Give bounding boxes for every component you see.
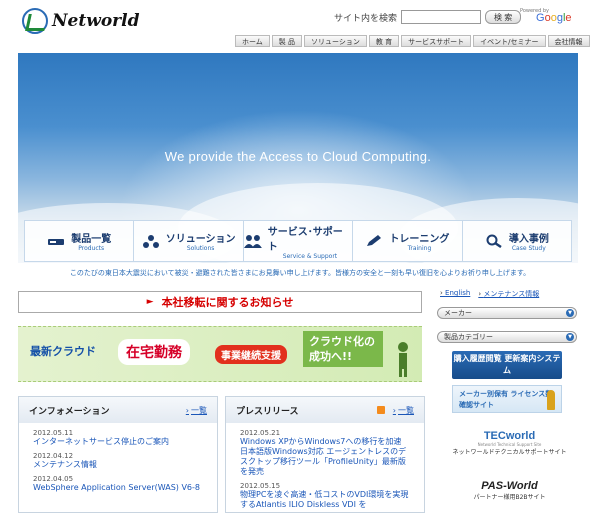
news-title[interactable]: インターネットサービス停止のご案内: [33, 437, 203, 447]
menu-products-sub: Products: [78, 245, 105, 252]
menu-case-study[interactable]: 導入事例 Case Study: [463, 221, 571, 261]
maintenance-link[interactable]: メンテナンス情報: [478, 289, 539, 299]
purchase-history-button[interactable]: 購入履歴閲覧 更新案内システム: [452, 351, 562, 379]
banner-text-cloud: 最新クラウド: [30, 345, 96, 358]
menu-service-support[interactable]: サービス･サポート Service & Support: [243, 221, 354, 261]
office-move-text: 本社移転に関するお知らせ: [161, 296, 294, 309]
press-list: 2012.05.21 Windows XPからWindows7への移行を加速 日…: [226, 423, 424, 513]
list-item[interactable]: 2012.05.11 インターネットサービス停止のご案内: [33, 429, 203, 447]
information-list-link[interactable]: › 一覧: [186, 405, 207, 416]
nav-education[interactable]: 教 育: [368, 35, 400, 47]
maker-select[interactable]: メーカー ▼: [437, 307, 577, 319]
category-select[interactable]: 製品カテゴリー ▼: [437, 331, 577, 343]
play-arrow-icon: ►: [146, 297, 154, 307]
news-title[interactable]: メンテナンス情報: [33, 460, 203, 470]
banner-text-bcp: 事業継続支援: [215, 345, 287, 364]
key-icon: [547, 390, 555, 410]
hero-tagline: We provide the Access to Cloud Computing…: [164, 149, 432, 164]
menu-training[interactable]: トレーニング Training: [353, 221, 463, 261]
chevron-down-icon: ▼: [566, 309, 574, 317]
pencil-icon: [367, 235, 382, 246]
pasworld-link[interactable]: PAS-World パートナー様用B2Bサイト: [452, 480, 567, 501]
list-item[interactable]: 2012.04.12 メンテナンス情報: [33, 452, 203, 470]
banner-text-telework: 在宅勤務: [118, 339, 190, 365]
logo[interactable]: Networld: [22, 8, 139, 34]
person-watering-icon: [398, 342, 408, 377]
news-date: 2012.05.11: [33, 429, 74, 437]
site-search: サイト内を検索 検 索: [334, 10, 522, 24]
news-date: 2012.05.15: [240, 482, 281, 490]
news-title[interactable]: 物理PCを凌ぐ高速・低コストのVDI環境を実現するAtlantis ILIO D…: [240, 490, 410, 510]
english-link[interactable]: English: [440, 289, 470, 299]
network-icon: [142, 235, 159, 248]
pasworld-caption: パートナー様用B2Bサイト: [473, 494, 546, 501]
banner-text-success: クラウド化の成功へ!!: [303, 331, 383, 367]
information-list-label: 一覧: [191, 405, 207, 415]
rss-icon[interactable]: [376, 406, 385, 414]
hero-banner: We provide the Access to Cloud Computing…: [18, 53, 578, 263]
earthquake-notice: このたびの東日本大震災において被災・避難された皆さまにお見舞い申し上げます。皆様…: [69, 269, 531, 277]
chevron-down-icon: ▼: [566, 333, 574, 341]
menu-service-label: サービス･サポート: [267, 226, 343, 253]
search-button[interactable]: 検 索: [485, 10, 522, 24]
menu-solutions-sub: Solutions: [186, 245, 215, 252]
google-wordmark: Google: [536, 12, 572, 24]
press-list-label: 一覧: [398, 405, 414, 415]
menu-training-label: トレーニング: [389, 234, 450, 245]
menu-solutions[interactable]: ソリューション Solutions: [134, 221, 244, 261]
server-icon: [48, 239, 65, 245]
logo-text: Networld: [52, 11, 140, 31]
nav-events[interactable]: イベント/セミナー: [473, 35, 546, 47]
menu-solutions-label: ソリューション: [165, 234, 236, 245]
press-release-panel: プレスリリース › 一覧 2012.05.21 Windows XPからWind…: [225, 396, 425, 513]
menu-case-sub: Case Study: [511, 245, 546, 252]
category-select-value: 製品カテゴリー: [444, 333, 493, 341]
networld-logo-mark-icon: [22, 8, 48, 34]
search-input[interactable]: [401, 10, 482, 24]
news-date: 2012.04.12: [33, 452, 74, 460]
menu-training-sub: Training: [407, 245, 432, 252]
pasworld-logo: PAS-World: [481, 480, 538, 492]
menu-products-label: 製品一覧: [71, 234, 112, 245]
nav-products[interactable]: 製 品: [271, 35, 303, 47]
search-label: サイト内を検索: [334, 13, 398, 24]
menu-case-label: 導入事例: [508, 234, 549, 245]
magnifier-icon: [486, 234, 502, 248]
press-list-link[interactable]: › 一覧: [393, 405, 414, 416]
global-nav: ホーム 製 品 ソリューション 教 育 サービスサポート イベント/セミナー 会…: [235, 35, 590, 47]
tecworld-logo: TECworld: [483, 430, 536, 442]
google-logo: Powered by Google: [520, 8, 578, 28]
information-header: インフォメーション › 一覧: [19, 397, 217, 423]
maker-select-value: メーカー: [444, 309, 472, 317]
nav-service-support[interactable]: サービスサポート: [401, 35, 472, 47]
news-title[interactable]: Windows XPからWindows7への移行を加速 日本語版Windows対…: [240, 437, 410, 477]
press-title: プレスリリース: [236, 406, 299, 417]
cloud-promo-banner[interactable]: 最新クラウド 在宅勤務 事業継続支援 クラウド化の成功へ!!: [18, 326, 422, 382]
list-item[interactable]: 2012.04.05 WebSphere Application Server(…: [33, 475, 203, 493]
tecworld-link[interactable]: TECworld Networld Technical Support Site…: [452, 430, 567, 456]
nav-home[interactable]: ホーム: [235, 35, 270, 47]
office-move-notice[interactable]: ► 本社移転に関するお知らせ: [18, 291, 422, 313]
information-title: インフォメーション: [29, 406, 110, 417]
nav-company[interactable]: 会社情報: [547, 35, 590, 47]
tecworld-caption: ネットワールドテクニカルサポートサイト: [452, 449, 567, 456]
press-header: プレスリリース › 一覧: [226, 397, 424, 423]
information-panel: インフォメーション › 一覧 2012.05.11 インターネットサービス停止の…: [18, 396, 218, 513]
news-title[interactable]: WebSphere Application Server(WAS) V6-8: [33, 483, 203, 493]
menu-service-sub: Service & Support: [282, 252, 338, 260]
list-item[interactable]: 2012.05.21 Windows XPからWindows7への移行を加速 日…: [240, 429, 410, 477]
license-check-label: メーカー別保有 ライセンス数確認サイト: [459, 390, 553, 409]
hero-menu: 製品一覧 Products ソリューション Solutions サービス･サポート S…: [24, 220, 572, 262]
list-item[interactable]: 2012.05.15 物理PCを凌ぐ高速・低コストのVDI環境を実現するAtla…: [240, 482, 410, 510]
license-check-button[interactable]: メーカー別保有 ライセンス数確認サイト: [452, 385, 562, 413]
information-list: 2012.05.11 インターネットサービス停止のご案内 2012.04.12 …: [19, 423, 217, 504]
menu-products[interactable]: 製品一覧 Products: [25, 221, 135, 261]
sidebar-links: English メンテナンス情報: [440, 289, 539, 299]
news-date: 2012.04.05: [33, 475, 74, 483]
people-icon: [243, 235, 262, 248]
nav-solutions[interactable]: ソリューション: [304, 35, 367, 47]
news-date: 2012.05.21: [240, 429, 281, 437]
